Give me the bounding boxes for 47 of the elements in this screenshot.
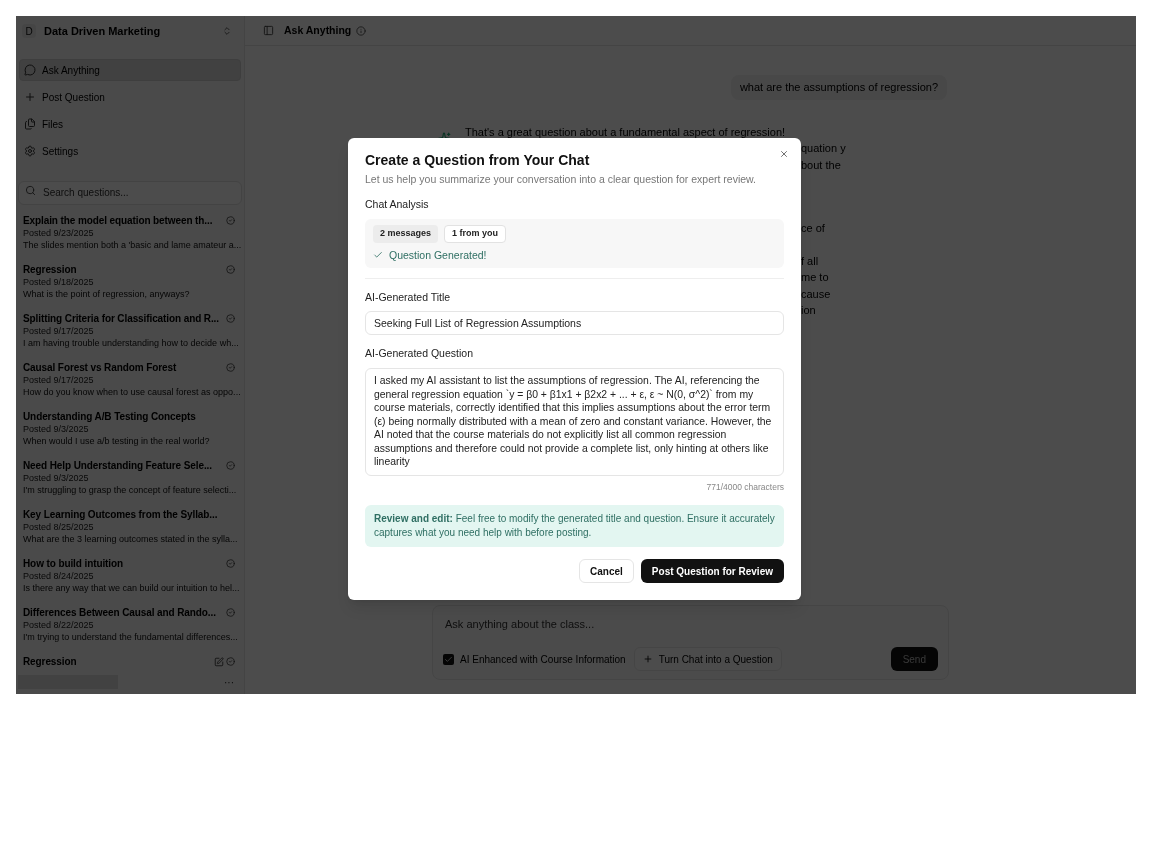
- question-title: How to build intuition: [23, 557, 124, 570]
- question-field[interactable]: I asked my AI assistant to list the assumptions of regression. The AI, referencing the general regression equation `y = β0 + β1x1 + β2x2 + ... + ε, ε ~ N(0, σ^2)` from my course materials, correctly identified that this implies assumptions about the error term (ε) being normally distributed with a mean of zero and constant variance. However, the AI noted that the course materials do not explicitly list all common regression assumptions and therefore could not provide a complete list, only hinting at others like linearity: [365, 368, 784, 476]
- character-count: 771/4000 characters: [706, 482, 784, 492]
- question-title: Need Help Understanding Feature Sele...: [23, 459, 213, 472]
- section-label: Chat Analysis: [365, 198, 430, 211]
- close-icon: [779, 149, 789, 159]
- dialog-subtitle: Let us help you summarize your conversation into a clear question for expert review.: [365, 172, 758, 186]
- question-date: Posted 9/18/2025: [23, 276, 95, 288]
- question-date: Posted 9/3/2025: [23, 472, 90, 484]
- question-date: Posted 9/3/2025: [23, 423, 90, 435]
- section-label: AI-Generated Question: [365, 347, 474, 360]
- assistant-message-line: bout the: [801, 157, 842, 173]
- count-chip: 1 from you: [444, 225, 507, 243]
- cancel-button[interactable]: Cancel: [579, 559, 634, 583]
- title-field[interactable]: Seeking Full List of Regression Assumptions: [365, 311, 784, 335]
- dialog-title: Create a Question from Your Chat: [365, 152, 591, 168]
- question-date: Posted 9/23/2025: [23, 227, 95, 239]
- count-chip: 2 messages: [373, 225, 439, 243]
- assistant-message-line: me to: [801, 270, 830, 285]
- question-title: Splitting Criteria for Classification and R...: [23, 312, 220, 325]
- review-note: Review and edit: Feel free to modify the generated title and question. Ensure it accurately captures what you need help with before posting.: [365, 505, 784, 547]
- question-date: Posted 9/17/2025: [23, 374, 95, 386]
- assistant-message-line: ce of: [801, 221, 826, 236]
- question-title: Causal Forest vs Random Forest: [23, 361, 178, 374]
- question-title: Explain the model equation between th...: [23, 214, 214, 227]
- assistant-message: That's a great question about a fundamental aspect of regression!: [465, 124, 787, 140]
- page-title: Ask Anything: [284, 22, 352, 38]
- submit-button[interactable]: Post Question for Review: [640, 559, 784, 583]
- question-date: Posted 9/17/2025: [23, 325, 95, 337]
- check-icon: [373, 250, 383, 260]
- section-label: AI-Generated Title: [365, 291, 452, 304]
- assistant-message-line: f all: [801, 253, 820, 269]
- assistant-message-line: quation y: [801, 141, 846, 156]
- question-title: Understanding A/B Testing Concepts: [23, 410, 197, 423]
- question-date: Posted 8/25/2025: [23, 521, 95, 533]
- assistant-message-line: ion: [801, 303, 817, 318]
- question-title: Regression: [23, 263, 78, 276]
- checkbox-label: AI Enhanced with Course Information: [460, 652, 626, 667]
- question-date: Posted 8/22/2025: [23, 619, 95, 631]
- question-title: Key Learning Outcomes from the Syllab...: [23, 508, 219, 521]
- more-button[interactable]: ···: [224, 674, 234, 690]
- question-title: Regression: [23, 655, 78, 668]
- assistant-message-line: cause: [801, 286, 832, 302]
- question-date: Posted 8/24/2025: [23, 570, 95, 582]
- close-button[interactable]: [779, 149, 789, 159]
- question-title: Differences Between Causal and Rando...: [23, 606, 217, 619]
- status-text: Question Generated!: [389, 248, 487, 262]
